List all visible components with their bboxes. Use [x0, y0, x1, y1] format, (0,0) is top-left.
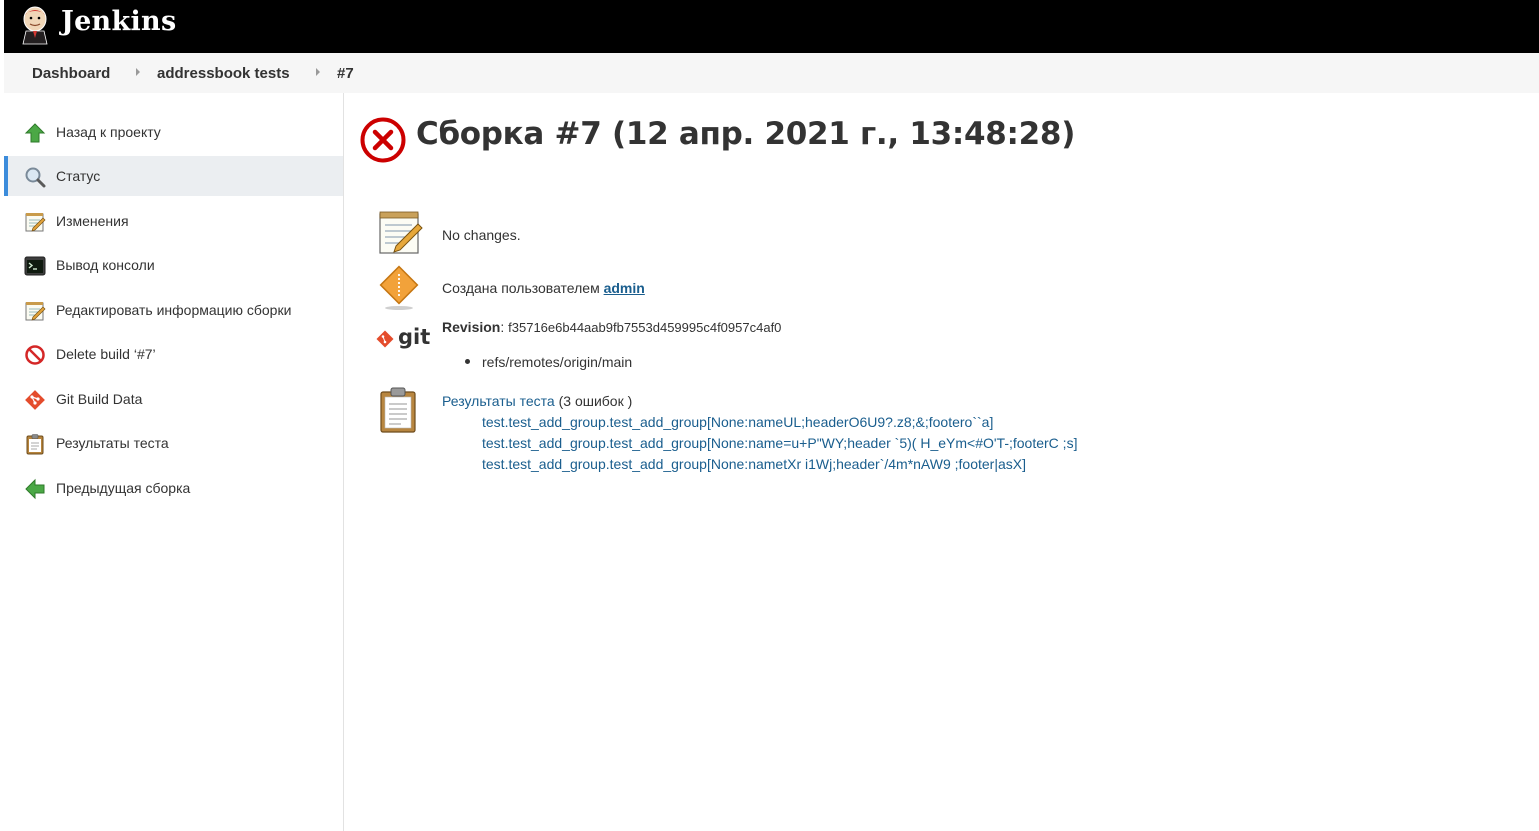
git-icon: [25, 390, 45, 410]
revision-hash: f35716e6b44aab9fb7553d459995c4f0957c4af0: [508, 320, 782, 335]
sidebar-item-git-build-data[interactable]: Git Build Data: [4, 379, 343, 419]
user-link[interactable]: admin: [604, 280, 645, 296]
sidebar-item-edit-build-info[interactable]: Редактировать информацию сборки: [4, 290, 343, 330]
started-by-prefix: Создана пользователем: [442, 280, 600, 296]
test-failure-count: (3 ошибок ): [558, 393, 633, 409]
git-diamond-icon: [376, 330, 394, 348]
breadcrumb: Dashboard addressbook tests #7: [4, 53, 1539, 93]
sidebar: Назад к проекту Статус Изменения Вывод к…: [4, 93, 344, 831]
git-logo-icon: git: [376, 325, 431, 353]
left-arrow-icon: [25, 478, 45, 500]
breadcrumb-build[interactable]: #7: [337, 65, 354, 82]
jenkins-logo-icon[interactable]: [20, 5, 50, 45]
terminal-icon: [24, 256, 46, 276]
notepad-icon: [379, 211, 423, 254]
sidebar-item-label: Статус: [56, 168, 101, 184]
revision-line: Revision: f35716e6b44aab9fb7553d459995c4…: [442, 319, 782, 335]
clipboard-icon: [380, 387, 416, 433]
list-bullet: [465, 359, 470, 364]
sidebar-item-label: Предыдущая сборка: [56, 480, 191, 496]
sidebar-item-console-output[interactable]: Вывод консоли: [4, 245, 343, 285]
sidebar-item-test-results[interactable]: Результаты теста: [4, 423, 343, 463]
breadcrumb-dashboard[interactable]: Dashboard: [32, 65, 110, 82]
sidebar-item-label: Delete build ‘#7’: [56, 346, 156, 362]
sidebar-item-label: Изменения: [56, 213, 129, 229]
sidebar-item-previous-build[interactable]: Предыдущая сборка: [4, 468, 343, 508]
test-results-line: Результаты теста (3 ошибок ): [442, 393, 632, 409]
sidebar-item-status[interactable]: Статус: [4, 156, 343, 196]
sidebar-item-label: Вывод консоли: [56, 257, 155, 273]
sidebar-item-delete-build[interactable]: Delete build ‘#7’: [4, 334, 343, 374]
sidebar-item-back-to-project[interactable]: Назад к проекту: [4, 112, 343, 152]
breadcrumb-separator[interactable]: [316, 68, 320, 76]
top-header: Jenkins: [4, 0, 1539, 53]
breadcrumb-project[interactable]: addressbook tests: [157, 65, 290, 82]
failed-test-link[interactable]: test.test_add_group.test_add_group[None:…: [482, 414, 993, 430]
up-arrow-icon: [24, 123, 46, 143]
no-changes-text: No changes.: [442, 227, 521, 243]
failed-test-link[interactable]: test.test_add_group.test_add_group[None:…: [482, 456, 1026, 472]
sidebar-item-label: Назад к проекту: [56, 124, 161, 140]
sidebar-item-label: Результаты теста: [56, 435, 169, 451]
notepad-icon: [25, 213, 46, 232]
sidebar-item-label: Редактировать информацию сборки: [56, 302, 292, 318]
clipboard-icon: [26, 434, 44, 455]
started-by-text: Создана пользователем admin: [442, 280, 645, 296]
magnifier-icon: [25, 167, 46, 188]
git-logo-text: git: [398, 325, 431, 349]
failed-icon: [360, 117, 406, 163]
test-results-link[interactable]: Результаты теста: [442, 393, 555, 409]
brand-title[interactable]: Jenkins: [61, 6, 176, 37]
revision-label: Revision: [442, 319, 501, 335]
breadcrumb-separator[interactable]: [136, 68, 140, 76]
sidebar-item-label: Git Build Data: [56, 391, 143, 407]
notepad-edit-icon: [25, 302, 46, 321]
user-cause-icon: [379, 265, 419, 310]
no-entry-icon: [25, 345, 45, 365]
page-title: Сборка #7 (12 апр. 2021 г., 13:48:28): [416, 116, 1076, 152]
failed-test-link[interactable]: test.test_add_group.test_add_group[None:…: [482, 435, 1077, 451]
branch-ref: refs/remotes/origin/main: [482, 354, 633, 370]
sidebar-item-changes[interactable]: Изменения: [4, 201, 343, 241]
